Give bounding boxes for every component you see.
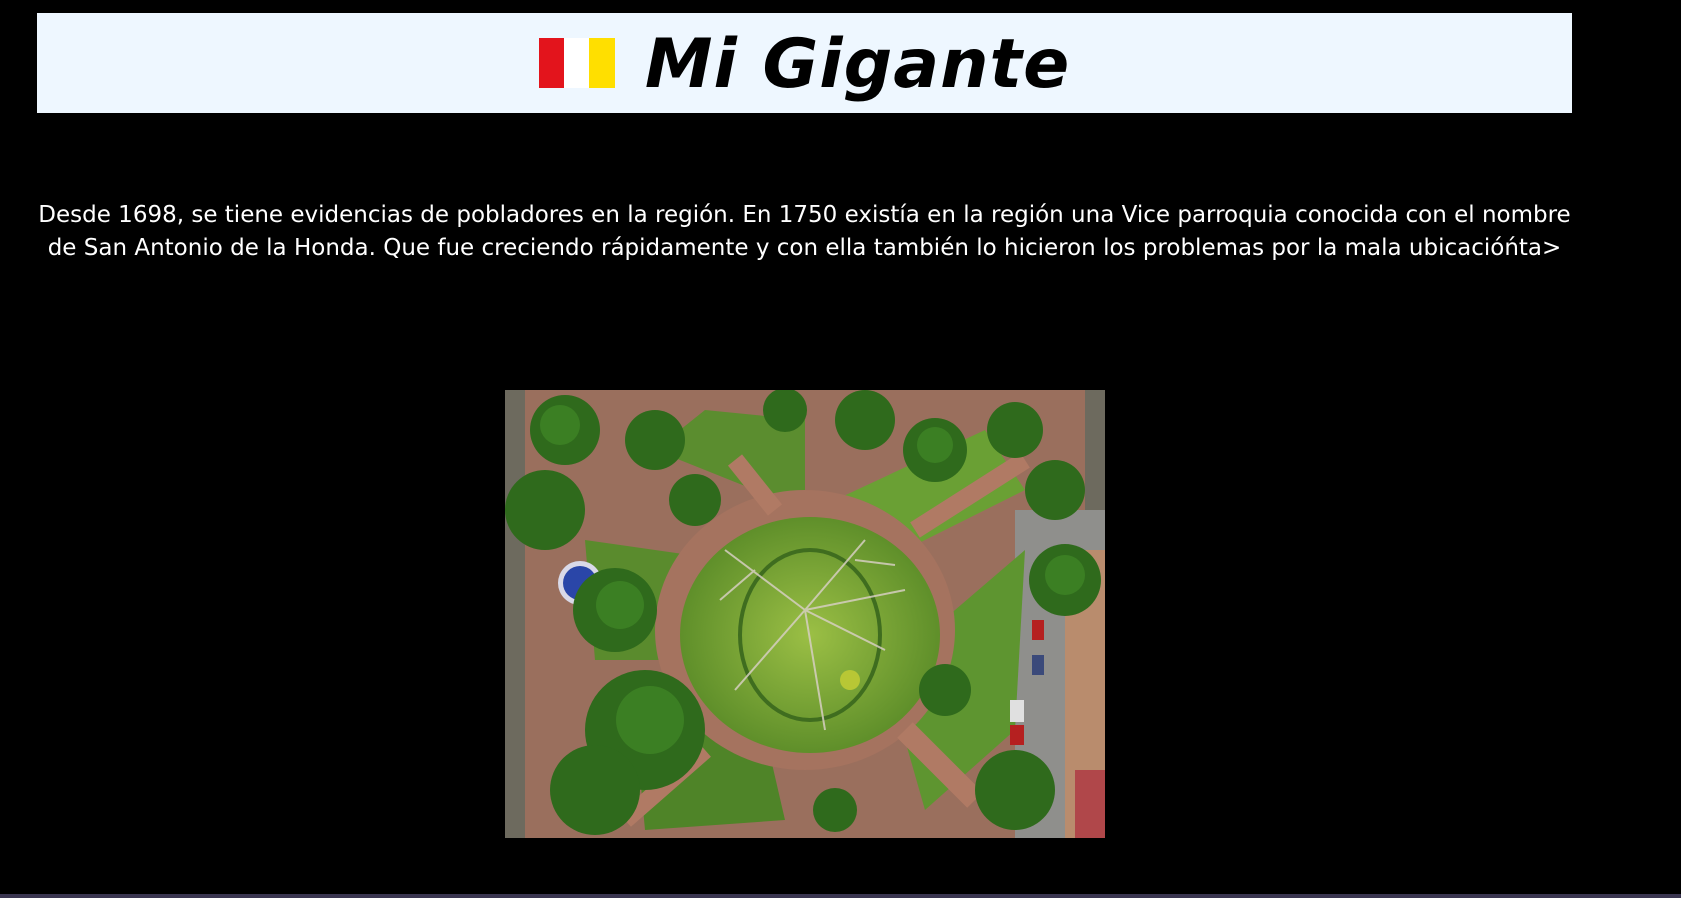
flag-icon [538, 38, 615, 88]
aerial-park-photo [505, 390, 1105, 838]
aerial-photo-illustration [505, 390, 1105, 838]
flag-stripe-white [564, 38, 590, 88]
page-title: Mi Gigante [644, 25, 1071, 104]
flag-stripe-red [538, 38, 565, 88]
flag-stripe-yellow [589, 38, 615, 88]
intro-paragraph: Desde 1698, se tiene evidencias de pobla… [38, 202, 1571, 261]
header-banner: Mi Gigante [37, 13, 1572, 113]
bottom-border [0, 894, 1681, 898]
